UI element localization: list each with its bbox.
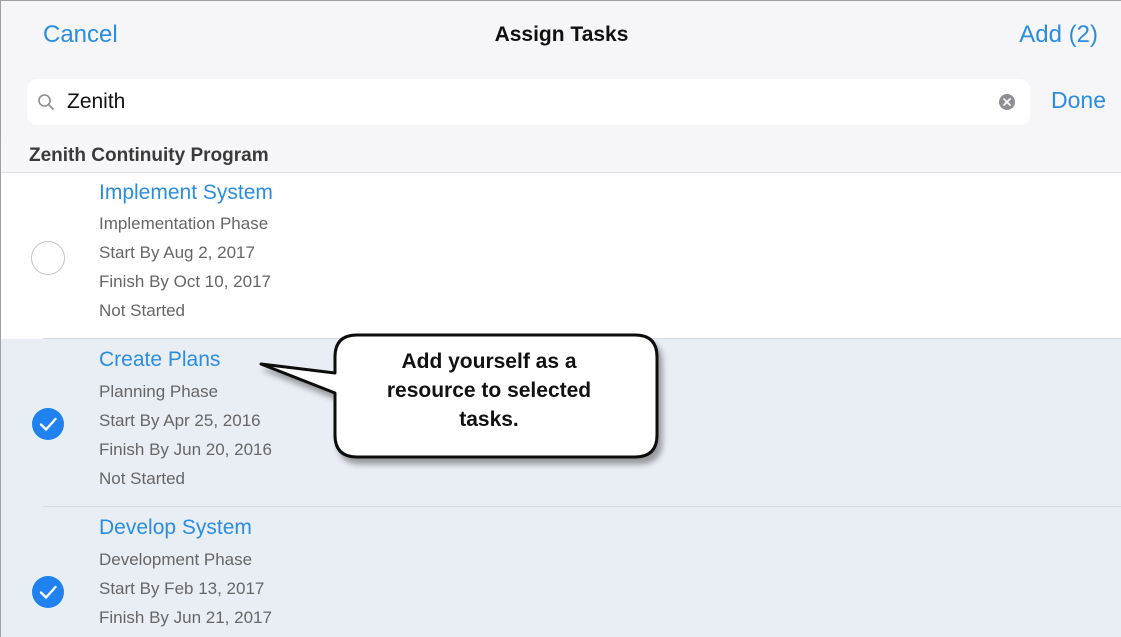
search-icon [38, 94, 54, 110]
task-finish-date: Finish By Jun 20, 2016 [99, 440, 272, 459]
assign-tasks-screen: Cancel Assign Tasks Add (2) Done Zenith … [0, 0, 1121, 637]
task-start-date: Start By Apr 25, 2016 [99, 411, 261, 430]
task-status: Not Started [99, 469, 185, 488]
task-title: Develop System [99, 516, 252, 539]
checkmark-circle-icon[interactable] [31, 575, 65, 609]
empty-circle-icon[interactable] [31, 241, 65, 275]
search-input[interactable] [67, 87, 967, 117]
search-bar: Done [1, 71, 1121, 137]
task-row-develop-system[interactable]: Develop System Development Phase Start B… [1, 507, 1121, 637]
navigation-bar: Cancel Assign Tasks Add (2) [1, 1, 1121, 71]
search-field[interactable] [27, 79, 1030, 125]
add-button[interactable]: Add (2) [1019, 21, 1098, 49]
done-button[interactable]: Done [1051, 87, 1106, 114]
task-finish-date: Finish By Oct 10, 2017 [99, 272, 271, 291]
task-phase: Implementation Phase [99, 214, 269, 233]
task-start-date: Start By Aug 2, 2017 [99, 243, 255, 262]
clear-search-icon[interactable] [998, 93, 1016, 111]
task-phase: Development Phase [99, 550, 253, 569]
section-title: Zenith Continuity Program [29, 145, 269, 166]
task-row-create-plans[interactable]: Create Plans Planning Phase Start By Apr… [1, 339, 1121, 507]
task-title: Implement System [99, 181, 273, 204]
page-title: Assign Tasks [494, 23, 629, 46]
task-title: Create Plans [99, 348, 221, 371]
section-header: Zenith Continuity Program [1, 137, 1121, 173]
task-finish-date: Finish By Jun 21, 2017 [99, 608, 272, 627]
task-status: Not Started [99, 301, 185, 320]
checkmark-circle-icon[interactable] [31, 407, 65, 441]
task-phase: Planning Phase [99, 382, 219, 401]
task-row-implement-system[interactable]: Implement System Implementation Phase St… [1, 173, 1121, 339]
task-start-date: Start By Feb 13, 2017 [99, 579, 265, 598]
